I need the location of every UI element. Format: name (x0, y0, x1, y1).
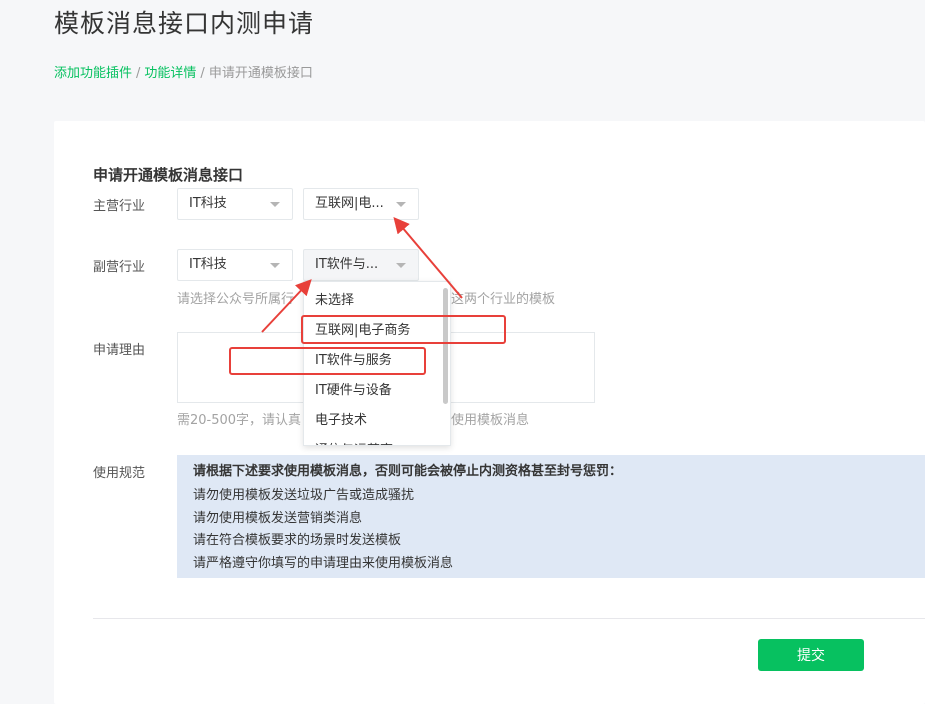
dropdown-option-internet-ecommerce[interactable]: 互联网|电子商务 (304, 316, 450, 346)
sub-industry-hint-left: 请选择公众号所属行 (177, 292, 295, 307)
rule-item: 请在符合模板要求的场景时发送模板 (193, 533, 402, 548)
caret-down-icon (270, 263, 280, 268)
reason-hint-left: 需20-500字，请认真 (177, 413, 302, 428)
main-industry-primary-select[interactable]: IT科技 (177, 188, 293, 220)
rules-label: 使用规范 (93, 466, 146, 481)
breadcrumb-feature-detail[interactable]: 功能详情 (144, 66, 196, 81)
main-industry-secondary-select[interactable]: 互联网|电... (303, 188, 419, 220)
main-industry-label: 主营行业 (93, 199, 146, 214)
dropdown-option-it-hardware[interactable]: IT硬件与设备 (304, 376, 450, 406)
divider (93, 618, 925, 619)
breadcrumb: 添加功能插件 / 功能详情 / 申请开通模板接口 (54, 62, 313, 81)
submit-button[interactable]: 提交 (758, 639, 864, 671)
dropdown-option-none[interactable]: 未选择 (304, 286, 450, 316)
breadcrumb-separator: / (136, 66, 141, 81)
rules-box: 请根据下述要求使用模板消息，否则可能会被停止内测资格甚至封号惩罚： 请勿使用模板… (177, 455, 925, 578)
industry-dropdown-menu: 未选择 互联网|电子商务 IT软件与服务 IT硬件与设备 电子技术 通信与运营商 (303, 281, 451, 446)
rule-item: 请勿使用模板发送垃圾广告或造成骚扰 (193, 488, 415, 503)
breadcrumb-separator: / (200, 66, 205, 81)
dropdown-scrollbar[interactable] (443, 288, 448, 404)
select-value: IT软件与... (315, 257, 379, 272)
rule-item: 请严格遵守你填写的申请理由来使用模板消息 (193, 555, 454, 571)
reason-hint-right: 使用模板消息 (451, 413, 530, 428)
page-title: 模板消息接口内测申请 (54, 9, 315, 38)
select-value: IT科技 (189, 196, 227, 211)
select-value: IT科技 (189, 257, 227, 272)
rules-heading: 请根据下述要求使用模板消息，否则可能会被停止内测资格甚至封号惩罚： (193, 464, 623, 479)
caret-down-icon (396, 202, 406, 207)
dropdown-option-it-software[interactable]: IT软件与服务 (304, 346, 450, 376)
dropdown-option-telecom[interactable]: 通信与运营商 (304, 436, 450, 445)
select-value: 互联网|电... (315, 196, 384, 211)
sub-industry-hint-right: 这两个行业的模板 (451, 292, 556, 307)
reason-label: 申请理由 (93, 343, 146, 358)
sub-industry-label: 副营行业 (93, 260, 146, 275)
breadcrumb-current: 申请开通模板接口 (208, 66, 313, 81)
caret-down-icon (270, 202, 280, 207)
sub-industry-secondary-select[interactable]: IT软件与... (303, 249, 419, 281)
caret-down-icon (396, 263, 406, 268)
dropdown-option-electronics[interactable]: 电子技术 (304, 406, 450, 436)
sub-industry-primary-select[interactable]: IT科技 (177, 249, 293, 281)
section-title: 申请开通模板消息接口 (93, 166, 244, 184)
rule-item: 请勿使用模板发送营销类消息 (193, 510, 363, 526)
breadcrumb-add-plugin[interactable]: 添加功能插件 (54, 66, 132, 81)
